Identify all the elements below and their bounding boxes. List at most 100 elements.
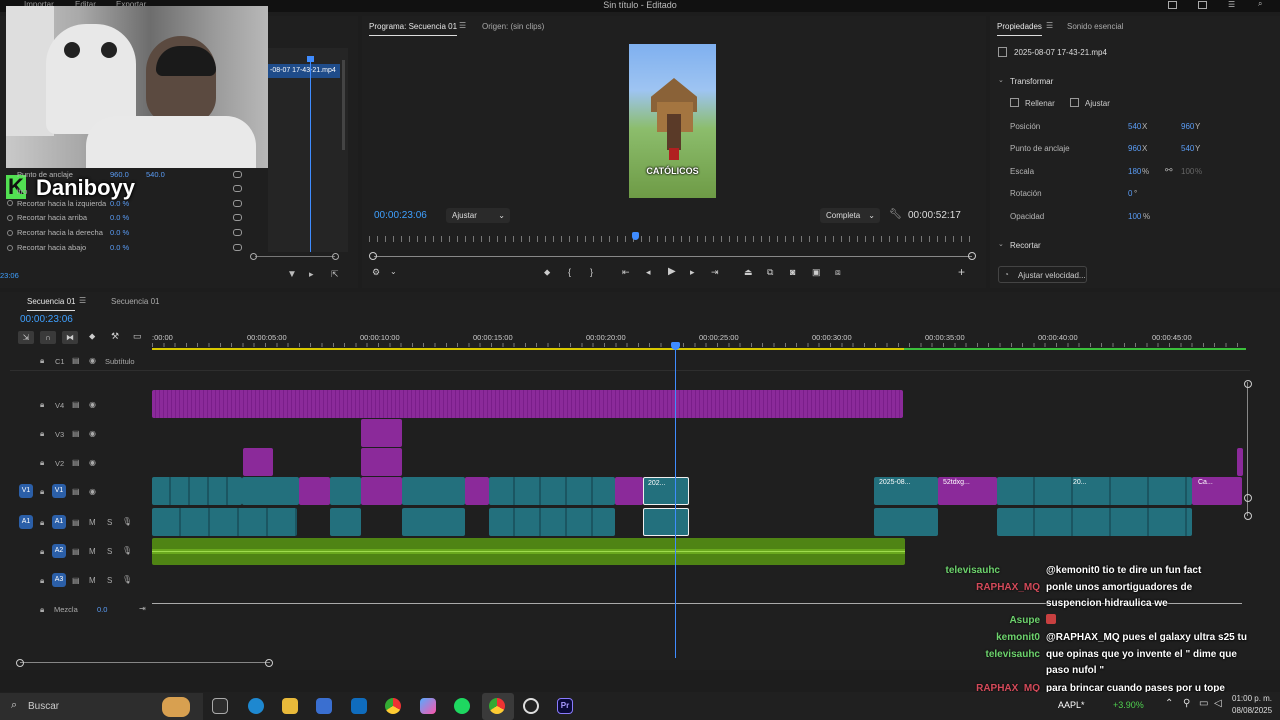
audio-clip-a1[interactable] (874, 508, 938, 536)
lift-icon[interactable]: ⏏ (744, 267, 753, 278)
anchor-y[interactable]: 540 (1181, 144, 1194, 153)
lock-icon[interactable]: 🔒︎ (40, 518, 44, 528)
audio-clip-a1[interactable] (997, 508, 1192, 536)
play-icon[interactable]: ▶ (668, 266, 676, 277)
settings-wrench-icon[interactable]: 🔧︎ (889, 209, 902, 220)
keyframe-toggle-icon[interactable] (7, 230, 13, 236)
sync-icon[interactable]: ▤ (72, 547, 80, 556)
captions-icon[interactable]: ▭ (133, 331, 142, 342)
program-zoom-bar[interactable] (374, 256, 972, 257)
chevron-up-icon[interactable]: ⌃ (1165, 698, 1173, 709)
sync-icon[interactable]: ▤ (72, 429, 80, 438)
clip-v1[interactable] (615, 477, 643, 505)
audio-clip-a1[interactable] (489, 508, 615, 536)
stock-change[interactable]: +3.90% (1113, 700, 1144, 710)
source-patch-a1[interactable]: A1 (19, 515, 33, 529)
wrench-icon[interactable]: ⚒ (111, 331, 119, 342)
camera-icon[interactable]: ◙ (790, 267, 795, 277)
zoom-handle-left[interactable] (250, 253, 257, 260)
fill-icon[interactable] (1010, 98, 1019, 107)
timeline-playhead[interactable] (675, 346, 676, 658)
eye-icon[interactable]: ◉ (89, 458, 96, 467)
chevron-down-icon[interactable]: ⌄ (390, 267, 397, 276)
clip-v2[interactable] (361, 448, 402, 476)
lock-icon[interactable]: 🔒︎ (40, 605, 44, 615)
solo-button[interactable]: S (107, 547, 112, 556)
clip-v1[interactable] (465, 477, 489, 505)
clip-v1[interactable] (402, 477, 465, 505)
prop-anchor-x[interactable]: 960.0 (110, 170, 129, 179)
clip-v1-selected[interactable]: 202... (643, 477, 689, 505)
effect-zoom-scrollbar[interactable] (255, 256, 335, 257)
sync-icon[interactable]: ▤ (72, 400, 80, 409)
volume-icon[interactable]: ◁ (1214, 698, 1222, 709)
source-patch-v1[interactable]: V1 (19, 484, 33, 498)
microphone-icon[interactable]: 🎙︎ (122, 517, 132, 526)
keyframe-toggle-icon[interactable] (7, 245, 13, 251)
zoom-handle-right[interactable] (332, 253, 339, 260)
timeline-ruler-ticks[interactable] (152, 343, 1246, 347)
prop-anchor-y[interactable]: 540.0 (146, 170, 165, 179)
lock-icon[interactable]: 🔒︎ (40, 576, 44, 586)
lock-icon[interactable]: 🔒︎ (40, 429, 44, 439)
opacity-value[interactable]: 100 (1128, 212, 1141, 221)
store-icon[interactable] (316, 698, 332, 714)
sync-icon[interactable]: ▤ (72, 458, 80, 467)
edge-icon[interactable] (248, 698, 264, 714)
rotation-value[interactable]: 0 (1128, 189, 1132, 198)
effect-playhead-handle[interactable] (307, 56, 314, 62)
clip-v1[interactable] (242, 477, 299, 505)
lock-icon[interactable]: 🔒︎ (40, 487, 44, 497)
position-x[interactable]: 540 (1128, 122, 1141, 131)
clock-date[interactable]: 08/08/2025 (1232, 706, 1272, 715)
fit-dropdown[interactable]: Ajustar ⌄ (446, 208, 510, 223)
sync-icon[interactable]: ▤ (72, 576, 80, 585)
usb-icon[interactable]: ⚲ (1183, 698, 1190, 709)
reset-icon[interactable] (233, 229, 242, 236)
effect-playhead[interactable] (310, 56, 311, 252)
quality-dropdown[interactable]: Completa ⌄ (820, 208, 880, 223)
effect-scrollbar[interactable] (342, 60, 345, 150)
search-icon[interactable]: ⌕ (1258, 0, 1262, 9)
step-back-icon[interactable]: ◂ (646, 267, 651, 278)
sync-icon[interactable]: ▤ (72, 356, 80, 365)
lock-icon[interactable]: 🔒︎ (40, 356, 44, 366)
marker-icon[interactable]: ⬥ (89, 331, 95, 342)
reset-icon[interactable] (233, 200, 242, 207)
audio-clip-a1-selected[interactable] (643, 508, 689, 536)
tab-program[interactable]: Programa: Secuencia 01 (369, 22, 458, 36)
eye-icon[interactable]: ◉ (89, 429, 96, 438)
menu-icon[interactable]: ☰ (1228, 0, 1235, 9)
program-settings-icon[interactable]: ⚙ (372, 267, 380, 278)
panel-menu-icon[interactable]: ☰ (459, 21, 466, 30)
prop-crop-bottom-value[interactable]: 0.0 % (110, 243, 129, 252)
reset-icon[interactable] (233, 185, 242, 192)
go-to-end-icon[interactable]: ⇥ (139, 604, 146, 613)
clip-v1[interactable]: Ca... (1192, 477, 1242, 505)
panel-menu-icon[interactable]: ☰ (1046, 21, 1053, 30)
clip-v1[interactable]: 52tdxg... (938, 477, 997, 505)
copilot-icon[interactable] (420, 698, 436, 714)
microphone-icon[interactable]: 🎙︎ (122, 546, 132, 555)
mark-in-icon[interactable]: { (568, 267, 571, 277)
fit-icon[interactable] (1070, 98, 1079, 107)
step-forward-icon[interactable]: ▸ (690, 267, 695, 278)
crop-section-title[interactable]: Recortar (1010, 241, 1041, 250)
solo-button[interactable]: S (107, 576, 112, 585)
position-y[interactable]: 960 (1181, 122, 1194, 131)
clip-v1[interactable] (299, 477, 330, 505)
audio-clip-a1[interactable] (152, 508, 297, 536)
clip-v1[interactable] (330, 477, 361, 505)
anchor-x[interactable]: 960 (1128, 144, 1141, 153)
clip-v1[interactable]: 2025-08... (874, 477, 938, 505)
effect-clip-bar[interactable]: -08-07 17-43-21.mp4 (268, 64, 340, 78)
mute-button[interactable]: M (89, 576, 96, 585)
mix-volume-value[interactable]: 0.0 (97, 605, 107, 614)
prop-crop-right-value[interactable]: 0.0 % (110, 228, 129, 237)
chrome-icon[interactable] (385, 698, 401, 714)
add-button-icon[interactable]: + (958, 265, 965, 279)
lock-icon[interactable]: 🔒︎ (40, 458, 44, 468)
clip-v4-effects[interactable] (152, 390, 903, 418)
linked-selection-icon[interactable]: ⧓ (62, 331, 78, 344)
track-a2-target[interactable]: A2 (52, 544, 66, 558)
